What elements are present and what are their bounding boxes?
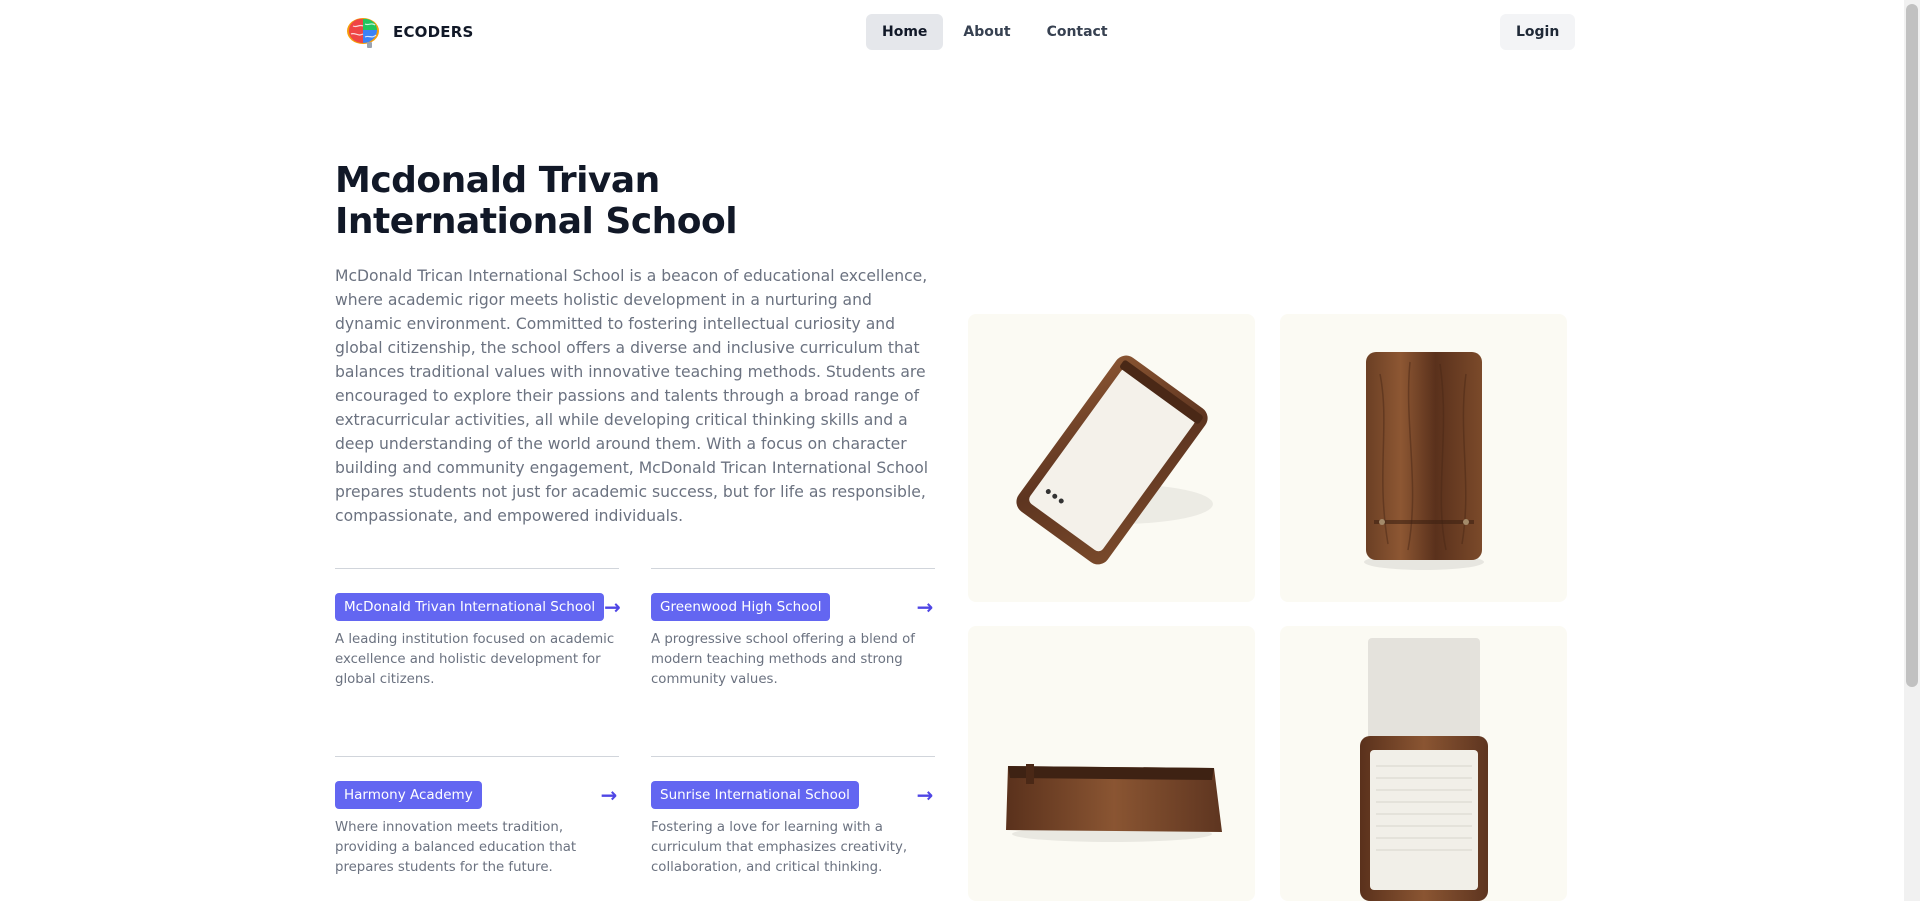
school-link[interactable]: Sunrise International School (651, 781, 859, 809)
arrow-right-icon[interactable]: → (604, 595, 621, 619)
login-button[interactable]: Login (1500, 14, 1576, 50)
main-nav: Home About Contact (866, 14, 1124, 50)
school-card: Harmony Academy → Where innovation meets… (335, 756, 619, 878)
brand[interactable]: ECODERS (343, 12, 473, 52)
product-image-tray-top (1280, 314, 1567, 602)
hero-description: McDonald Trican International School is … (335, 267, 929, 525)
school-card: McDonald Trivan International School → A… (335, 568, 621, 690)
site-header: ECODERS Home About Contact Login (0, 0, 1904, 64)
brand-name: ECODERS (393, 23, 474, 41)
arrow-right-icon[interactable]: → (915, 595, 935, 619)
product-image-tray-angled (968, 314, 1255, 602)
school-description: Fostering a love for learning with a cur… (651, 820, 908, 875)
school-description: A leading institution focused on academi… (335, 632, 615, 687)
page-title: Mcdonald Trivan International School (335, 160, 738, 242)
school-link[interactable]: Harmony Academy (335, 781, 482, 809)
brain-logo-icon (343, 12, 383, 52)
school-description: A progressive school offering a blend of… (651, 632, 915, 687)
product-image-tray-open (1280, 626, 1567, 901)
school-card: Greenwood High School → A progressive sc… (651, 568, 935, 690)
school-card: Sunrise International School → Fostering… (651, 756, 935, 878)
arrow-right-icon[interactable]: → (599, 783, 619, 807)
arrow-right-icon[interactable]: → (915, 783, 935, 807)
school-link[interactable]: McDonald Trivan International School (335, 593, 605, 621)
nav-home[interactable]: Home (866, 14, 944, 50)
nav-about[interactable]: About (947, 14, 1026, 50)
product-image-tray-side (968, 626, 1255, 901)
scrollbar-thumb[interactable] (1906, 4, 1918, 687)
school-link[interactable]: Greenwood High School (651, 593, 831, 621)
nav-contact[interactable]: Contact (1031, 14, 1124, 50)
school-description: Where innovation meets tradition, provid… (335, 820, 577, 875)
